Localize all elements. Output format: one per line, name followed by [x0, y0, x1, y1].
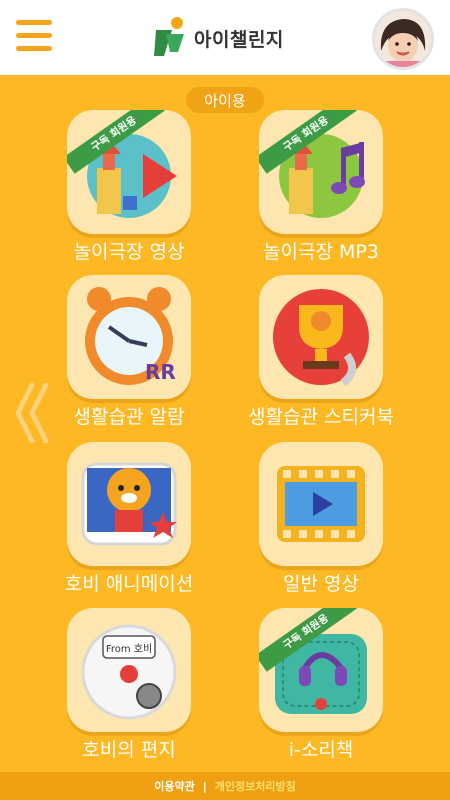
tile-label: 생활습관 스티커북	[248, 406, 394, 428]
app-header: 아이챌린지	[0, 0, 450, 75]
tile-icon-box	[67, 442, 191, 566]
hamburger-icon	[16, 20, 52, 25]
logo-icon	[154, 17, 184, 56]
tile-habit-alarm[interactable]: RR 생활습관 알람	[34, 275, 224, 435]
tile-label: 호비 애니메이션	[64, 573, 194, 595]
tile-habit-sticker-book[interactable]: 생활습관 스티커북	[226, 275, 416, 435]
tile-icon-box: From 호비	[67, 608, 191, 732]
tile-icon-box	[259, 275, 383, 399]
footer: 이용약관 | 개인정보처리방침	[0, 772, 450, 800]
film-play-icon	[277, 466, 365, 542]
tile-label: 놀이극장 영상	[73, 241, 185, 263]
tiger-character-icon	[81, 462, 177, 546]
alarm-clock-icon: RR	[85, 287, 176, 385]
tile-label: 호비의 편지	[82, 739, 176, 761]
tile-icon-box	[259, 442, 383, 566]
footer-separator: |	[202, 779, 207, 793]
tile-play-theater-mp3[interactable]: 구독 회원용 놀이극장 MP3	[226, 110, 416, 270]
profile-photo-icon	[375, 11, 431, 67]
tile-hobi-animation[interactable]: 호비 애니메이션	[34, 442, 224, 602]
avatar[interactable]	[372, 8, 434, 70]
tile-i-sound-book[interactable]: 구독 회원용 i-소리책	[226, 608, 416, 768]
app-title: 아이챌린지	[194, 28, 284, 51]
tile-icon-box: 구독 회원용	[67, 110, 191, 234]
tile-icon-box: 구독 회원용	[259, 608, 383, 732]
tile-play-theater-video[interactable]: 구독 회원용 놀이극장 영상	[34, 110, 224, 270]
menu-button[interactable]	[16, 20, 52, 52]
tile-label: 놀이극장 MP3	[263, 241, 379, 263]
hamburger-icon-line	[16, 33, 52, 38]
svg-text:RR: RR	[145, 360, 176, 384]
letter-from-text: From 호비	[106, 643, 152, 655]
tile-icon-box: 구독 회원용	[259, 110, 383, 234]
privacy-policy-link[interactable]: 개인정보처리방침	[215, 778, 296, 794]
trophy-icon	[273, 289, 369, 387]
app-logo[interactable]: 아이챌린지	[150, 16, 284, 60]
tile-label: 생활습관 알람	[73, 406, 185, 428]
terms-link[interactable]: 이용약관	[154, 778, 194, 794]
tile-icon-box: RR	[67, 275, 191, 399]
letter-icon: From 호비	[81, 624, 177, 720]
hamburger-icon-line	[16, 46, 52, 51]
tile-label: i-소리책	[288, 739, 354, 761]
tile-general-video[interactable]: 일반 영상	[226, 442, 416, 602]
tile-label: 일반 영상	[283, 573, 359, 595]
tile-hobi-letter[interactable]: From 호비 호비의 편지	[34, 608, 224, 768]
